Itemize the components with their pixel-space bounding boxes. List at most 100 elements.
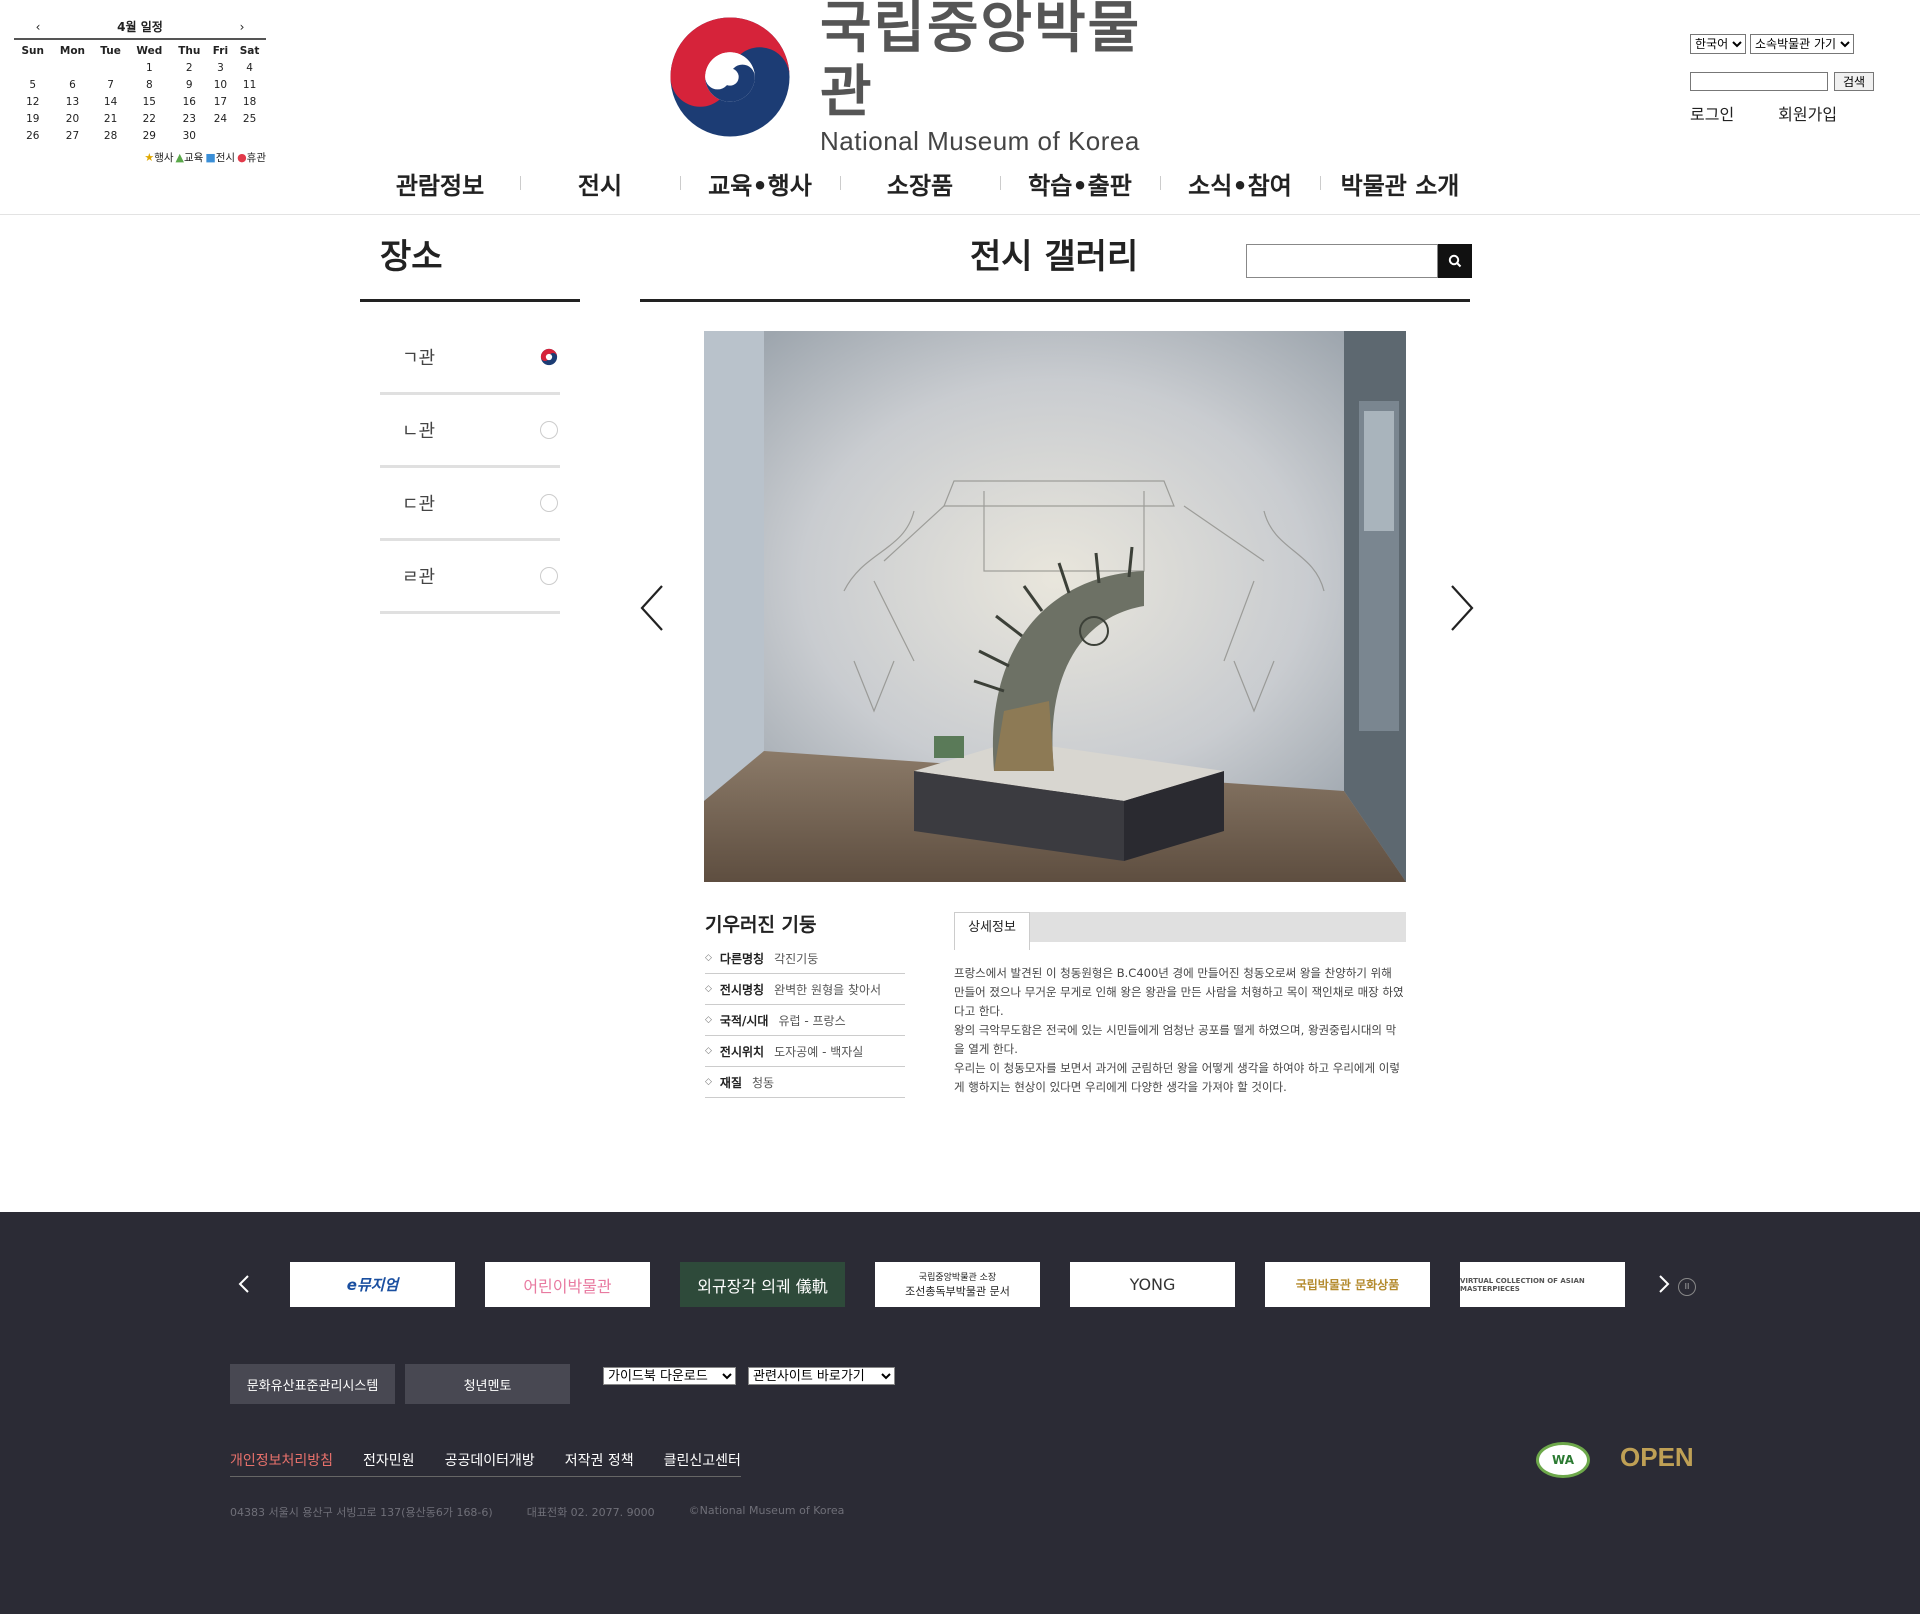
gnb-menu-item[interactable]: 교육•행사 xyxy=(680,166,840,201)
banner-next-button[interactable] xyxy=(1656,1272,1672,1303)
partner-banner[interactable]: 국립중앙박물관 소장 조선총독부박물관 문서 xyxy=(875,1262,1040,1307)
open-license-badge[interactable]: OPEN xyxy=(1620,1442,1694,1473)
calendar-day[interactable]: 6 xyxy=(52,76,94,93)
gallery-search-button[interactable] xyxy=(1438,244,1472,278)
calendar-day[interactable]: 2 xyxy=(171,59,208,76)
calendar-day[interactable]: 30 xyxy=(171,127,208,144)
footer-copyright: ©National Museum of Korea xyxy=(688,1504,845,1517)
calendar-day[interactable]: 28 xyxy=(93,127,127,144)
footer-selects: 가이드북 다운로드 관련사이트 바로가기 xyxy=(603,1367,895,1385)
calendar-day[interactable]: 25 xyxy=(233,110,266,127)
calendar-day[interactable]: 3 xyxy=(208,59,233,76)
footer-policy-link[interactable]: 저작권 정책 xyxy=(565,1450,634,1470)
weekday-header: Wed xyxy=(136,44,163,57)
partner-banner[interactable]: 외규장각 의궤 儀軌 xyxy=(680,1262,845,1307)
gallery-next-arrow[interactable] xyxy=(1438,578,1478,638)
side-location-item[interactable]: ㄴ관 xyxy=(380,395,560,468)
artifact-info-key: 다른명칭 xyxy=(719,951,765,966)
login-link[interactable]: 로그인 xyxy=(1690,101,1734,125)
weekday-header: Sat xyxy=(239,44,260,57)
calendar-day[interactable]: 26 xyxy=(14,127,52,144)
radio-unselected-icon xyxy=(540,421,558,439)
chevron-left-icon xyxy=(640,585,663,631)
gallery-search-input[interactable] xyxy=(1246,244,1438,278)
calendar-day[interactable]: 13 xyxy=(52,93,94,110)
calendar-day[interactable]: 1 xyxy=(128,59,171,76)
legend-item: ●휴관 xyxy=(237,150,266,165)
radio-selected-icon xyxy=(540,348,558,366)
side-title: 장소 xyxy=(360,232,580,302)
header-search-button[interactable]: 검색 xyxy=(1834,72,1875,91)
calendar-day[interactable]: 27 xyxy=(52,127,94,144)
calendar-day[interactable]: 10 xyxy=(208,76,233,93)
calendar-day[interactable]: 22 xyxy=(128,110,171,127)
artifact-info-row: ◇ 다른명칭 각진기둥 xyxy=(705,943,905,974)
footer-quick-button[interactable]: 청년멘토 xyxy=(405,1364,570,1404)
banner-prev-button[interactable] xyxy=(236,1272,252,1303)
calendar-legend: ★행사 ▲교육 ■전시 ●휴관 xyxy=(14,150,266,165)
calendar-day[interactable]: 15 xyxy=(128,93,171,110)
partner-banner[interactable]: e뮤지엄 xyxy=(290,1262,455,1307)
side-location-item[interactable]: ㄱ관 xyxy=(380,322,560,395)
calendar-day[interactable]: 12 xyxy=(14,93,52,110)
partner-banner[interactable]: YONG xyxy=(1070,1262,1235,1307)
side-location-item[interactable]: ㄷ관 xyxy=(380,468,560,541)
calendar-day[interactable]: 7 xyxy=(93,76,127,93)
detail-tab[interactable]: 상세정보 xyxy=(954,912,1030,950)
gnb-menu-item[interactable]: 소장품 xyxy=(840,166,1000,201)
site-logo[interactable]: 국립중앙박물관 National Museum of Korea xyxy=(668,0,1168,156)
gallery-prev-arrow[interactable] xyxy=(636,578,676,638)
calendar-day[interactable]: 11 xyxy=(233,76,266,93)
calendar-day[interactable]: 4 xyxy=(233,59,266,76)
header-search-input[interactable] xyxy=(1690,72,1828,91)
partner-banner[interactable]: 국립박물관 문화상품 xyxy=(1265,1262,1430,1307)
calendar-day[interactable]: 14 xyxy=(93,93,127,110)
footer-quick-button[interactable]: 문화유산표준관리시스템 xyxy=(230,1364,395,1404)
side-location-item[interactable]: ㄹ관 xyxy=(380,541,560,614)
main-title-bar: 전시 갤러리 xyxy=(640,232,1472,302)
calendar-week: 5 6 7 8 9 10 11 xyxy=(14,76,266,93)
gallery-search xyxy=(1246,244,1472,278)
calendar-day[interactable]: 8 xyxy=(128,76,171,93)
gnb-menu-item[interactable]: 박물관 소개 xyxy=(1320,166,1480,201)
calendar-day[interactable]: 21 xyxy=(93,110,127,127)
footer-policy-link[interactable]: 공공데이터개방 xyxy=(445,1450,535,1470)
partner-banner[interactable]: 어린이박물관 xyxy=(485,1262,650,1307)
calendar-day[interactable]: 16 xyxy=(171,93,208,110)
calendar-day[interactable]: 5 xyxy=(14,76,52,93)
related-sites-select[interactable]: 관련사이트 바로가기 xyxy=(748,1367,895,1385)
weekday-header: Thu xyxy=(178,44,201,57)
legend-label: 전시 xyxy=(215,152,236,164)
gnb-menu-item[interactable]: 관람정보 xyxy=(360,166,520,201)
footer-policy-link[interactable]: 개인정보처리방침 xyxy=(230,1450,333,1470)
gnb-menu-item[interactable]: 학습•출판 xyxy=(1000,166,1160,201)
footer-policy-link[interactable]: 전자민원 xyxy=(363,1450,415,1470)
language-select[interactable]: 한국어 xyxy=(1690,34,1746,54)
weekday-header: Sun xyxy=(21,44,45,57)
wa-certification-badge[interactable]: WA xyxy=(1536,1442,1590,1478)
artifact-info-key: 국적/시대 xyxy=(719,1013,769,1028)
partner-banner-label: 외규장각 의궤 儀軌 xyxy=(697,1276,828,1296)
footer-policy-link[interactable]: 클린신고센터 xyxy=(664,1450,741,1470)
side-location-label: ㄷ관 xyxy=(402,494,436,515)
signup-link[interactable]: 회원가입 xyxy=(1778,101,1837,125)
calendar-next-button[interactable]: › xyxy=(232,18,252,36)
gnb-menu-item[interactable]: 소식•참여 xyxy=(1160,166,1320,201)
calendar-day[interactable]: 20 xyxy=(52,110,94,127)
page-title: 전시 갤러리 xyxy=(970,237,1139,277)
calendar-day[interactable]: 18 xyxy=(233,93,266,110)
gnb-menu-item[interactable]: 전시 xyxy=(520,166,680,201)
banner-pause-button[interactable]: II xyxy=(1678,1278,1696,1296)
calendar-day[interactable]: 23 xyxy=(171,110,208,127)
partner-banner[interactable]: VIRTUAL COLLECTION OF ASIAN MASTERPIECES xyxy=(1460,1262,1625,1307)
legend-label: 교육 xyxy=(184,152,204,164)
calendar-day[interactable]: 19 xyxy=(14,110,52,127)
calendar-day[interactable]: 9 xyxy=(171,76,208,93)
calendar-day[interactable]: 17 xyxy=(208,93,233,110)
calendar-prev-button[interactable]: ‹ xyxy=(28,18,48,36)
guidebook-download-select[interactable]: 가이드북 다운로드 xyxy=(603,1367,736,1385)
legend-label: 행사 xyxy=(154,152,174,164)
affiliate-museum-select[interactable]: 소속박물관 가기 xyxy=(1750,34,1854,54)
calendar-day[interactable]: 24 xyxy=(208,110,233,127)
calendar-day[interactable]: 29 xyxy=(128,127,171,144)
